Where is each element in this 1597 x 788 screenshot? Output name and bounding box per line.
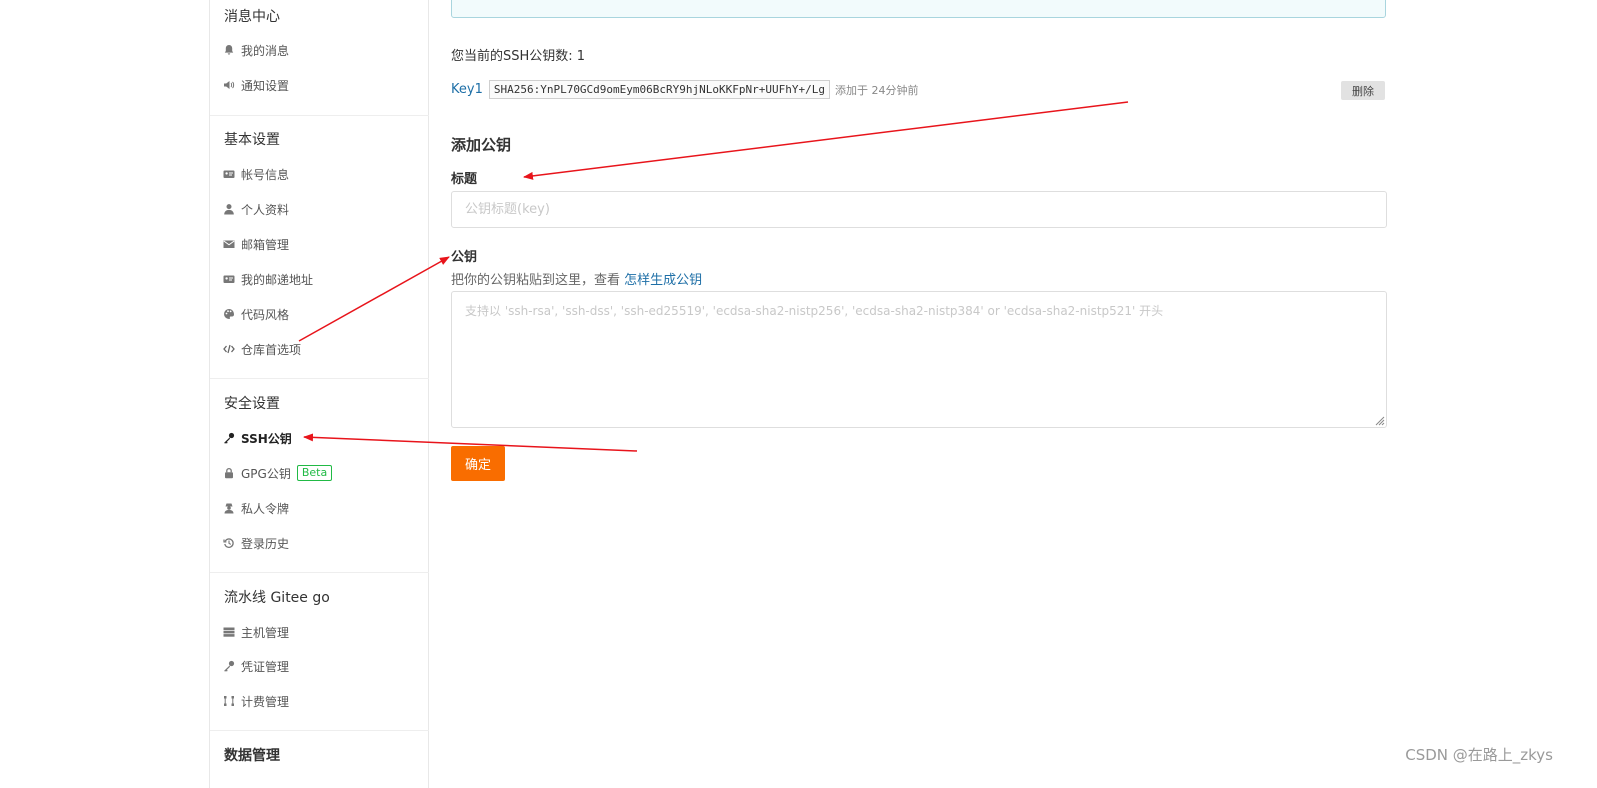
group-title-data: 数据管理 bbox=[224, 748, 280, 764]
resize-grip-icon[interactable] bbox=[1374, 415, 1385, 426]
arrow-to-title-field bbox=[523, 101, 1129, 180]
sidebar-item-label: 主机管理 bbox=[241, 625, 290, 640]
billing-icon bbox=[223, 695, 235, 707]
sidebar-item-repo-preferences[interactable]: 仓库首选项 bbox=[223, 338, 301, 360]
sidebar-item-code-style[interactable]: 代码风格 bbox=[223, 303, 289, 325]
history-icon bbox=[223, 537, 235, 549]
sidebar-item-label: 凭证管理 bbox=[241, 659, 290, 674]
server-icon bbox=[223, 626, 235, 638]
bell-icon bbox=[223, 44, 235, 56]
title-field-label: 标题 bbox=[451, 172, 478, 187]
ssh-key-name[interactable]: Key1 bbox=[451, 82, 483, 97]
sidebar-item-label: 登录历史 bbox=[241, 536, 290, 551]
pubkey-hint-text: 把你的公钥粘贴到这里，查看 bbox=[451, 273, 625, 288]
beta-badge: Beta bbox=[296, 465, 333, 481]
sidebar-item-email[interactable]: 邮箱管理 bbox=[223, 233, 289, 255]
envelope-icon bbox=[223, 238, 235, 250]
sidebar-divider bbox=[210, 730, 429, 731]
add-key-section-title: 添加公钥 bbox=[451, 136, 512, 154]
sidebar-item-notification-settings[interactable]: 通知设置 bbox=[223, 74, 289, 96]
sidebar-item-label: 私人令牌 bbox=[241, 501, 290, 516]
group-title-messages: 消息中心 bbox=[224, 9, 280, 25]
user-secret-icon bbox=[223, 502, 235, 514]
address-card-icon bbox=[223, 273, 235, 285]
ssh-key-count: 您当前的SSH公钥数: 1 bbox=[451, 49, 586, 64]
sidebar-item-label: 我的邮递地址 bbox=[241, 272, 314, 287]
group-title-pipeline: 流水线 Gitee go bbox=[224, 590, 330, 606]
lock-icon bbox=[223, 467, 235, 479]
confirm-button[interactable]: 确定 bbox=[451, 446, 505, 481]
group-title-basic: 基本设置 bbox=[224, 132, 280, 148]
sidebar-item-label: 帐号信息 bbox=[241, 167, 290, 182]
sidebar-item-label: 通知设置 bbox=[241, 78, 290, 93]
sidebar-item-account-info[interactable]: 帐号信息 bbox=[223, 163, 289, 185]
sidebar-item-private-tokens[interactable]: 私人令牌 bbox=[223, 497, 289, 519]
sidebar-item-my-messages[interactable]: 我的消息 bbox=[223, 39, 289, 61]
key-icon bbox=[223, 660, 235, 672]
group-title-security: 安全设置 bbox=[224, 396, 280, 412]
pubkey-textarea[interactable] bbox=[451, 291, 1387, 428]
ssh-key-fingerprint: SHA256:YnPL70GCd9omEym06BcRY9hjNLoKKFpNr… bbox=[488, 80, 830, 99]
sidebar-item-label: 个人资料 bbox=[241, 202, 290, 217]
pubkey-field-label: 公钥 bbox=[451, 250, 478, 265]
sidebar-item-billing-management[interactable]: 计费管理 bbox=[223, 690, 289, 712]
sidebar-item-label: 我的消息 bbox=[241, 43, 290, 58]
sidebar-item-label: GPG公钥 bbox=[241, 466, 291, 481]
sidebar-item-gpg-keys[interactable]: GPG公钥 Beta bbox=[223, 462, 333, 484]
id-card-icon bbox=[223, 168, 235, 180]
sidebar-item-credential-management[interactable]: 凭证管理 bbox=[223, 655, 289, 677]
speaker-icon bbox=[223, 79, 235, 91]
sidebar-divider bbox=[210, 572, 429, 573]
pubkey-hint: 把你的公钥粘贴到这里，查看 怎样生成公钥 bbox=[451, 269, 702, 288]
sidebar-divider bbox=[210, 115, 429, 116]
sidebar-divider bbox=[210, 378, 429, 379]
sidebar-item-login-history[interactable]: 登录历史 bbox=[223, 532, 289, 554]
delete-key-button[interactable]: 删除 bbox=[1341, 81, 1385, 100]
sidebar-item-profile[interactable]: 个人资料 bbox=[223, 198, 289, 220]
key-icon bbox=[223, 432, 235, 444]
watermark: CSDN @在路上_zkys bbox=[1405, 746, 1553, 764]
sidebar-item-label: 计费管理 bbox=[241, 694, 290, 709]
key-title-input[interactable] bbox=[451, 191, 1387, 228]
user-icon bbox=[223, 203, 235, 215]
sidebar-item-ssh-keys[interactable]: SSH公钥 bbox=[223, 427, 292, 449]
code-icon bbox=[223, 343, 235, 355]
sidebar-item-host-management[interactable]: 主机管理 bbox=[223, 621, 289, 643]
how-to-generate-key-link[interactable]: 怎样生成公钥 bbox=[624, 273, 702, 288]
notice-box bbox=[451, 0, 1386, 18]
palette-icon bbox=[223, 308, 235, 320]
sidebar-item-label: 邮箱管理 bbox=[241, 237, 290, 252]
sidebar-item-label: 仓库首选项 bbox=[241, 342, 302, 357]
settings-page: 消息中心 我的消息 通知设置 基本设置 帐号信息 个人资料 邮箱管理 我的邮递地… bbox=[0, 0, 1597, 788]
sidebar-item-label: 代码风格 bbox=[241, 307, 290, 322]
ssh-key-added-time: 添加于 24分钟前 bbox=[834, 83, 919, 97]
sidebar-item-address[interactable]: 我的邮递地址 bbox=[223, 268, 313, 290]
settings-sidebar: 消息中心 我的消息 通知设置 基本设置 帐号信息 个人资料 邮箱管理 我的邮递地… bbox=[209, 0, 429, 788]
sidebar-item-label: SSH公钥 bbox=[241, 431, 292, 446]
ssh-key-row: Key1 SHA256:YnPL70GCd9omEym06BcRY9hjNLoK… bbox=[451, 80, 918, 99]
